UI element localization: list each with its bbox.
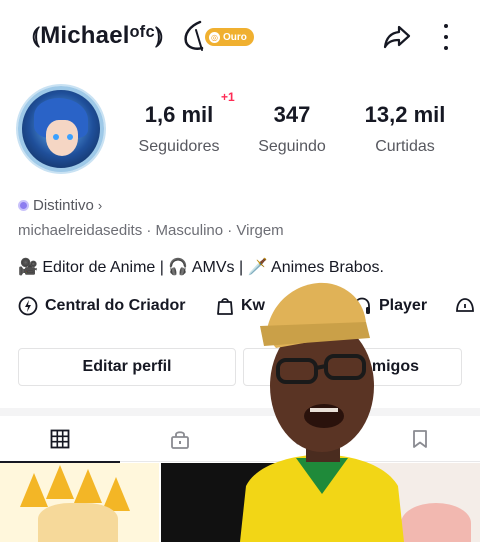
profile-bio: 🎥 Editor de Anime | 🎧 AMVs | 🗡️ Animes B… <box>18 259 384 276</box>
overflow-link[interactable] <box>455 296 475 314</box>
video-thumbnail[interactable] <box>0 463 159 542</box>
lightning-icon <box>18 296 38 316</box>
profile-info-line: michaelreidasedits · Masculino · Virgem <box>18 222 284 239</box>
distintivo-link[interactable]: Distintivo › <box>18 197 102 214</box>
following-count: 347 <box>273 102 311 127</box>
following-label: Seguindo <box>258 138 326 155</box>
bookmark-icon <box>413 430 427 448</box>
grid-icon <box>50 429 70 449</box>
more-options-icon[interactable] <box>436 24 456 50</box>
creator-center-link[interactable]: Central do Criador <box>18 296 185 316</box>
distintivo-label: Distintivo <box>33 197 94 214</box>
top-bar: ⦅Michaelᵒᶠᶜ⦆ ◎ Ouro <box>0 0 480 76</box>
lock-icon <box>171 431 189 449</box>
profile-username[interactable]: ⦅Michaelᵒᶠᶜ⦆ <box>32 22 163 50</box>
floating-video-overlay[interactable] <box>236 276 408 542</box>
share-icon[interactable] <box>383 24 411 50</box>
dome-icon <box>456 298 474 312</box>
followers-label: Seguidores <box>138 138 220 155</box>
likes-count: 13,2 mil <box>364 102 446 127</box>
edit-profile-button[interactable]: Editar perfil <box>18 348 236 386</box>
badge-label: Ouro <box>223 31 247 43</box>
creator-center-label: Central do Criador <box>45 297 186 314</box>
coin-icon: ◎ <box>209 31 220 43</box>
likes-label: Curtidas <box>375 138 435 155</box>
likes-stat[interactable]: 13,2 mil Curtidas <box>357 102 453 156</box>
avatar[interactable] <box>18 86 104 172</box>
gold-level-badge[interactable]: ◎ Ouro <box>205 28 254 46</box>
following-stat[interactable]: 347 Seguindo <box>252 102 332 156</box>
followers-count: 1,6 mil <box>144 102 214 127</box>
signature-logo-icon <box>184 20 204 51</box>
tab-private[interactable] <box>120 416 240 462</box>
shopping-bag-icon <box>217 298 233 315</box>
badge-icon <box>18 200 29 211</box>
tab-videos[interactable] <box>0 416 120 463</box>
followers-stat[interactable]: 1,6 mil Seguidores <box>134 102 224 156</box>
chevron-right-icon: › <box>97 198 103 213</box>
